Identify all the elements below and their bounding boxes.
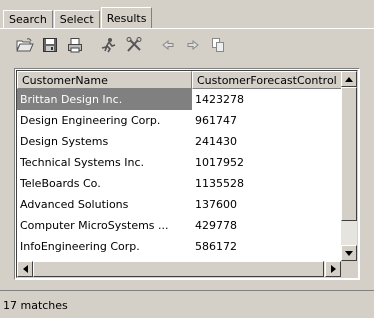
scroll-left-button[interactable]	[17, 261, 33, 277]
column-header-forecast-control[interactable]: CustomerForecastControl	[192, 71, 357, 89]
table-header: CustomerName CustomerForecastControl	[17, 71, 357, 89]
tab-bar: Search Select Results	[3, 6, 153, 28]
tools-icon[interactable]	[123, 34, 145, 56]
cell-customer-name: Brittan Design Inc.	[17, 89, 192, 110]
cell-customer-name: Computer MicroSystems ...	[20, 219, 169, 232]
cell-forecast-control: 586172	[195, 240, 237, 253]
table-row[interactable]: Advanced Solutions 137600	[17, 194, 357, 215]
chevron-up-icon	[345, 76, 353, 82]
chevron-down-icon	[345, 250, 353, 256]
results-table: CustomerName CustomerForecastControl Bri…	[14, 68, 360, 280]
scroll-up-button[interactable]	[341, 71, 357, 87]
copy-icon[interactable]	[207, 34, 229, 56]
cell-customer-name: Design Engineering Corp.	[20, 114, 161, 127]
cell-forecast-control: 961747	[195, 114, 237, 127]
horizontal-scroll-thumb[interactable]	[33, 261, 324, 277]
tab-results[interactable]: Results	[100, 7, 153, 28]
table-row[interactable]: Brittan Design Inc. 1423278	[17, 89, 357, 110]
table-row[interactable]: Technical Systems Inc. 1017952	[17, 152, 357, 173]
cell-forecast-control: 429778	[195, 219, 237, 232]
table-row[interactable]: TeleBoards Co. 1135528	[17, 173, 357, 194]
back-arrow-icon[interactable]	[157, 34, 179, 56]
scroll-right-button[interactable]	[325, 261, 341, 277]
cell-customer-name: TeleBoards Co.	[20, 177, 101, 190]
save-icon[interactable]	[39, 34, 61, 56]
table-row[interactable]: Design Engineering Corp. 961747	[17, 110, 357, 131]
table-row[interactable]: InfoEngineering Corp. 586172	[17, 236, 357, 257]
vertical-scroll-thumb[interactable]	[341, 87, 357, 221]
table-body: Brittan Design Inc. 1423278 Design Engin…	[17, 89, 357, 257]
run-icon[interactable]	[98, 34, 120, 56]
scroll-down-button[interactable]	[341, 245, 357, 261]
table-row[interactable]: Computer MicroSystems ... 429778	[17, 215, 357, 236]
horizontal-scrollbar[interactable]	[17, 261, 341, 277]
tab-search[interactable]: Search	[3, 10, 53, 28]
chevron-left-icon	[22, 265, 28, 273]
scrollbar-corner	[341, 261, 357, 277]
table-row[interactable]: Design Systems 241430	[17, 131, 357, 152]
open-folder-icon[interactable]	[14, 34, 36, 56]
cell-customer-name: InfoEngineering Corp.	[20, 240, 140, 253]
vertical-scrollbar[interactable]	[341, 71, 357, 261]
match-count: 17 matches	[3, 299, 68, 312]
chevron-right-icon	[330, 265, 336, 273]
print-preview-icon[interactable]	[64, 34, 86, 56]
cell-customer-name: Technical Systems Inc.	[20, 156, 145, 169]
column-header-customer-name[interactable]: CustomerName	[17, 71, 192, 89]
cell-forecast-control: 1135528	[195, 177, 244, 190]
cell-forecast-control: 1423278	[195, 93, 244, 106]
tab-select[interactable]: Select	[53, 10, 100, 28]
cell-forecast-control: 1017952	[195, 156, 244, 169]
forward-arrow-icon[interactable]	[182, 34, 204, 56]
cell-forecast-control: 137600	[195, 198, 237, 211]
status-bar: 17 matches	[0, 290, 374, 318]
tab-divider	[0, 28, 374, 29]
cell-forecast-control: 241430	[195, 135, 237, 148]
toolbar	[14, 33, 229, 57]
cell-customer-name: Design Systems	[20, 135, 109, 148]
cell-customer-name: Advanced Solutions	[20, 198, 129, 211]
